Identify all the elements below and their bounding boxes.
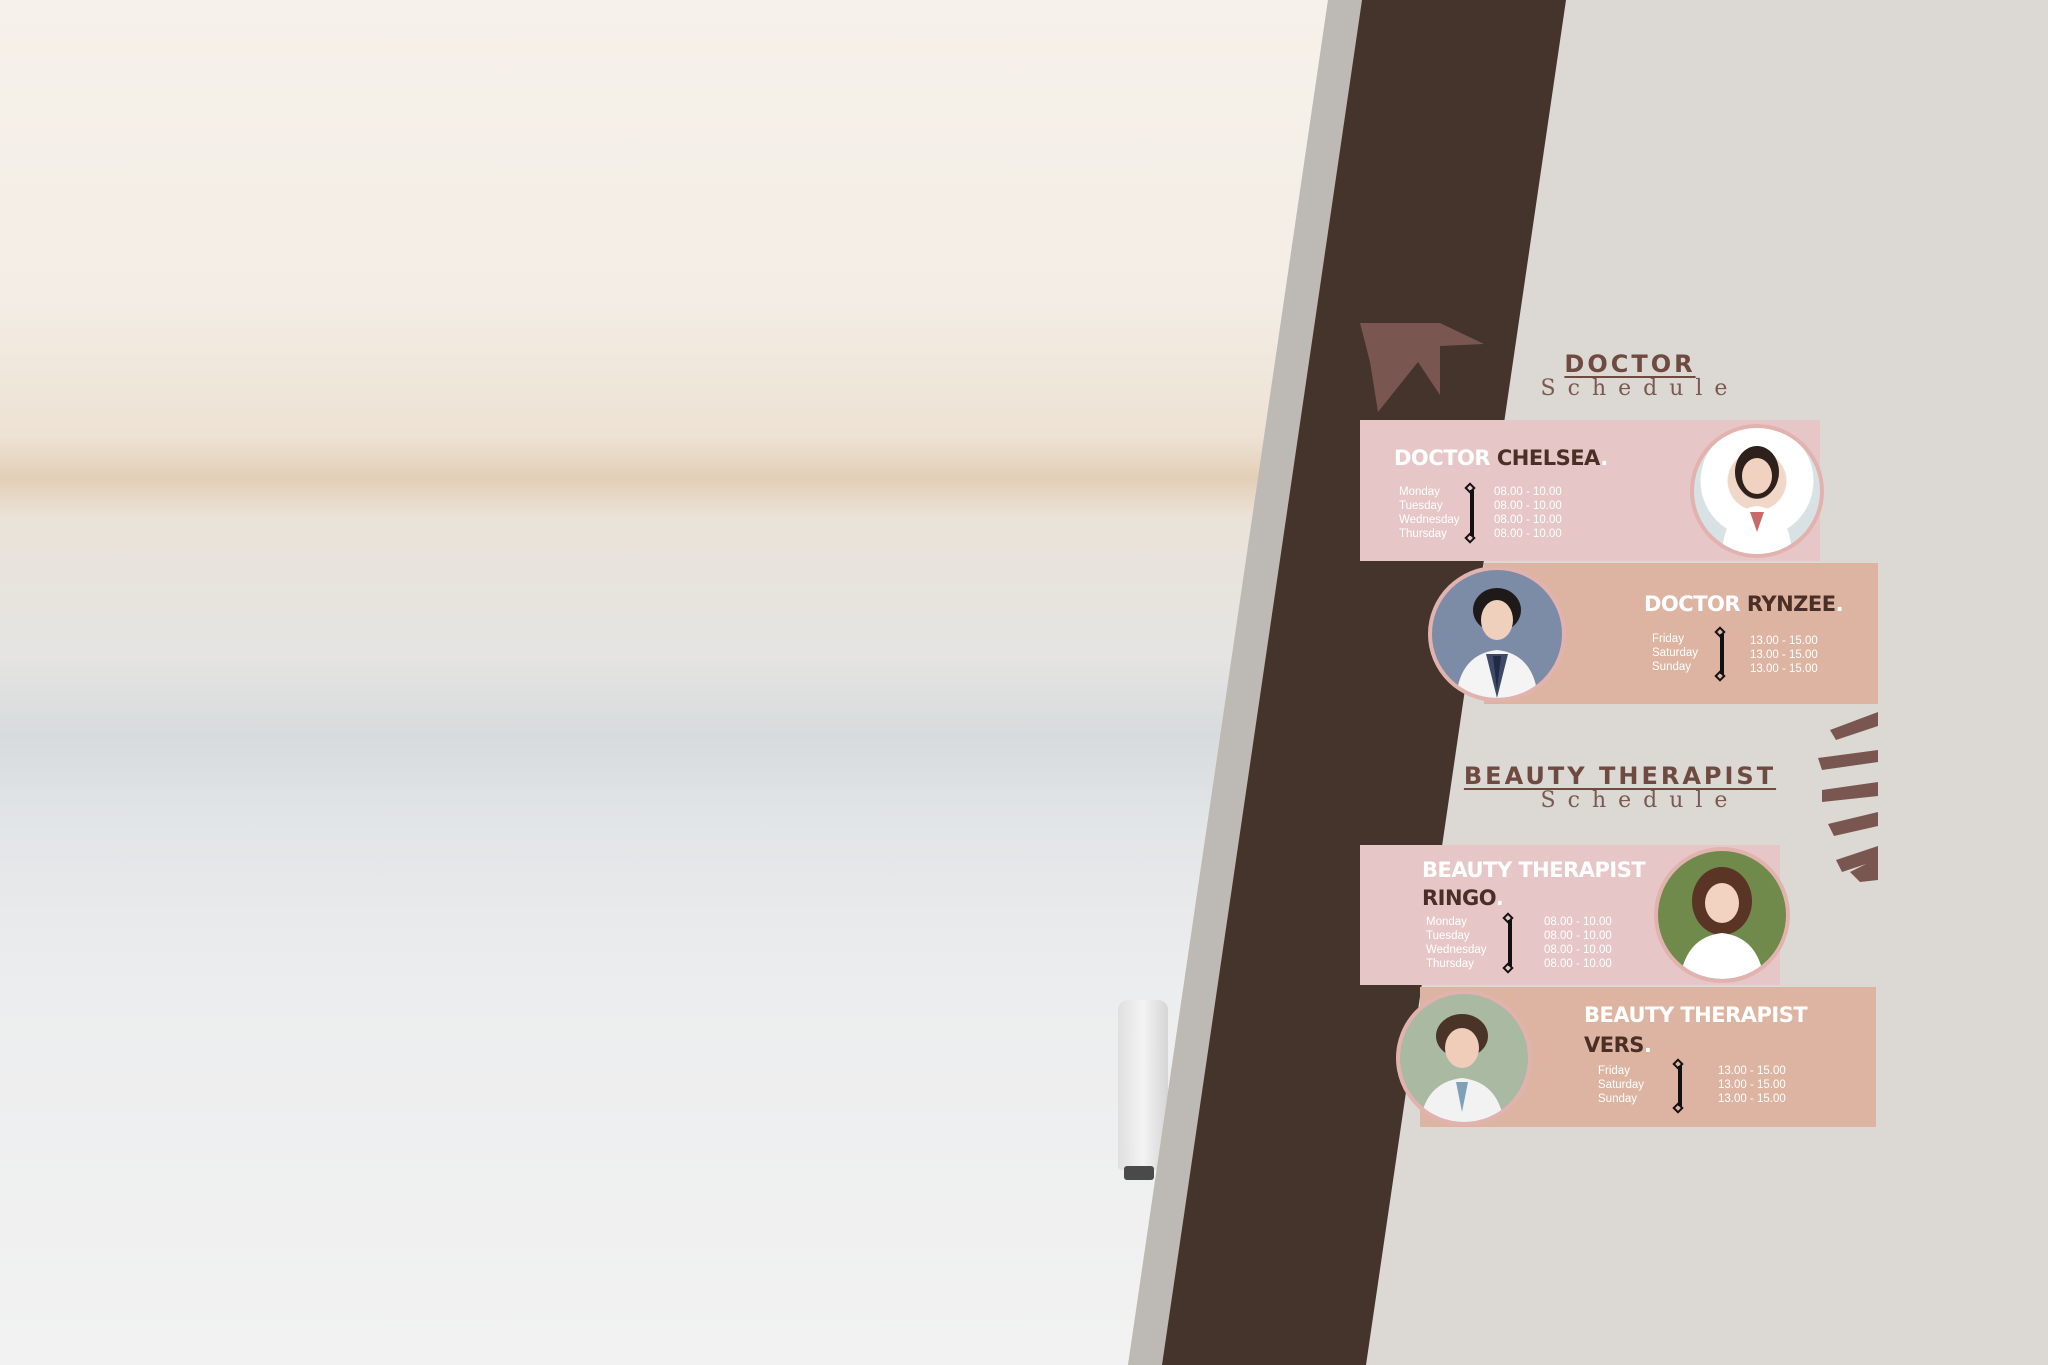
- card-name-doctor-rynzee: DOCTOR RYNZEE.: [1644, 592, 1844, 616]
- therapist-ringo-photo: [1654, 847, 1790, 983]
- schedule-days: Monday Tuesday Wednesday Thursday: [1426, 916, 1487, 970]
- therapist-vers-photo: [1396, 990, 1532, 1126]
- schedule-days: Friday Saturday Sunday: [1598, 1065, 1645, 1105]
- schedule-days: Monday Tuesday Wednesday Thursday: [1399, 486, 1460, 540]
- schedule-times: 13.00 - 15.00 13.00 - 15.00 13.00 - 15.00: [1718, 1065, 1786, 1105]
- doctor-section-title: DOCTOR: [1564, 350, 1696, 378]
- doctor-chelsea-photo: [1690, 424, 1824, 558]
- doctor-section-subtitle: Schedule: [1540, 376, 1740, 401]
- schedule-times: 13.00 - 15.00 13.00 - 15.00 13.00 - 15.00: [1750, 635, 1818, 675]
- card-name-therapist-vers: BEAUTY THERAPIST VERS.: [1584, 1003, 1808, 1057]
- schedule-divider: [1678, 1066, 1682, 1106]
- card-name-doctor-chelsea: DOCTOR CHELSEA.: [1394, 446, 1608, 470]
- card-name-therapist-ringo: BEAUTY THERAPIST RINGO.: [1422, 858, 1646, 910]
- schedule-times: 08.00 - 10.00 08.00 - 10.00 08.00 - 10.00 0…: [1544, 916, 1612, 970]
- therapist-section-title: BEAUTY THERAPIST: [1463, 762, 1777, 790]
- schedule-days: Friday Saturday Sunday: [1652, 633, 1699, 673]
- doctor-rynzee-photo: [1428, 566, 1566, 702]
- therapist-section-subtitle: Schedule: [1540, 788, 1740, 813]
- schedule-divider: [1720, 634, 1724, 674]
- schedule-divider: [1470, 490, 1474, 536]
- schedule-divider: [1508, 920, 1512, 966]
- schedule-times: 08.00 - 10.00 08.00 - 10.00 08.00 - 10.00 0…: [1494, 486, 1562, 540]
